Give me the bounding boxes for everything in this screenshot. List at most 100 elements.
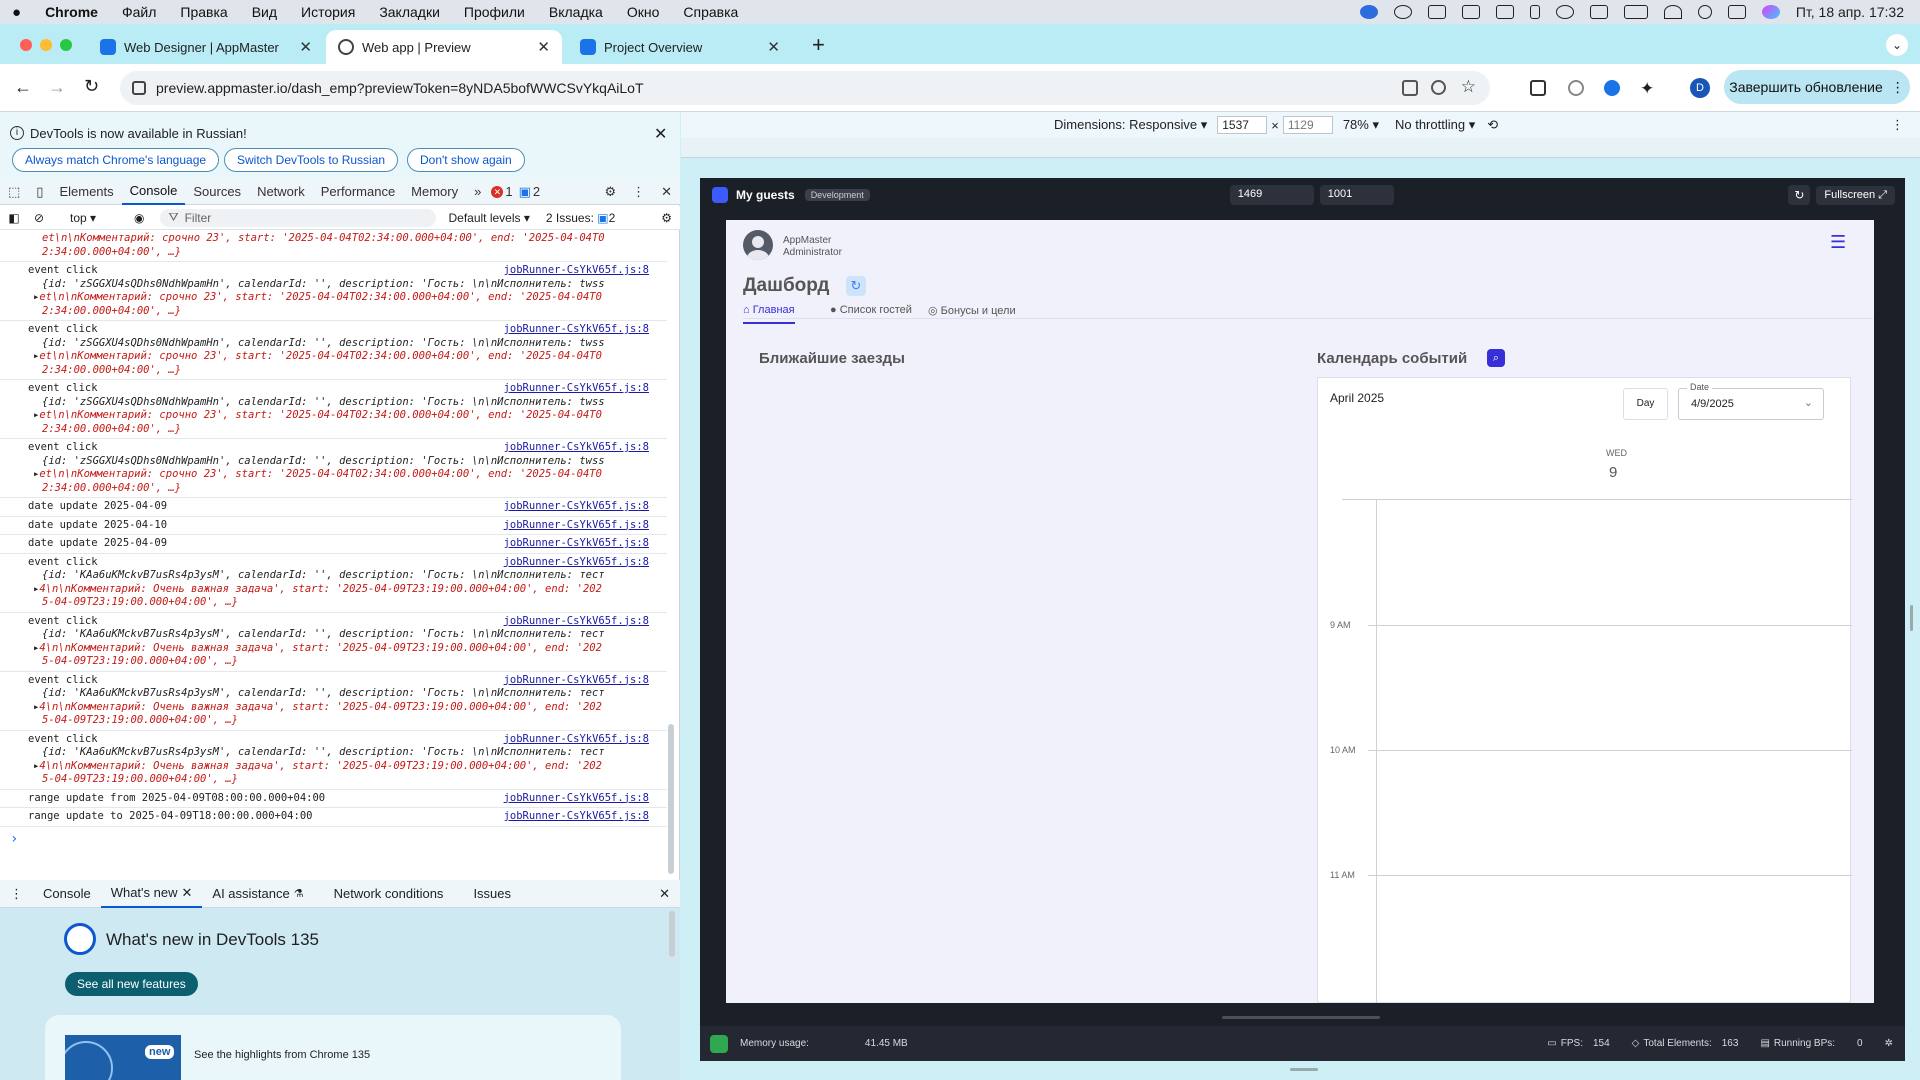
- calendar-search-icon[interactable]: ⌕: [1487, 349, 1505, 367]
- minimize-window-button[interactable]: [40, 39, 52, 51]
- log-source-link[interactable]: jobRunner-CsYkV65f.js:8: [504, 382, 649, 396]
- control-center-icon[interactable]: [1727, 5, 1746, 19]
- console-filter-input[interactable]: ⛛ Filter: [160, 208, 437, 227]
- see-all-features-button[interactable]: See all new features: [65, 972, 198, 996]
- console-log-row[interactable]: date update 2025-04-10 jobRunner-CsYkV65f…: [0, 517, 667, 535]
- dimensions-select[interactable]: Dimensions: Responsive ▾: [1054, 117, 1207, 133]
- log-source-link[interactable]: jobRunner-CsYkV65f.js:8: [504, 792, 649, 806]
- console-scrollbar[interactable]: [668, 724, 674, 874]
- avatar[interactable]: [743, 230, 773, 260]
- console-event-row[interactable]: event click jobRunner-CsYkV65f.js:8 {id: '…: [0, 731, 667, 790]
- profile-avatar[interactable]: D: [1690, 78, 1710, 98]
- bluetooth-icon[interactable]: [1529, 5, 1540, 19]
- device-toolbar-icon[interactable]: ▯: [28, 179, 51, 205]
- sidebar-toggle-icon[interactable]: ◧: [0, 211, 28, 225]
- back-icon[interactable]: ←: [14, 77, 32, 98]
- preview-reload-icon[interactable]: ↻: [1788, 185, 1811, 205]
- console-event-row[interactable]: et\n\nКомментарий: срочно 23', start: '2…: [0, 230, 667, 262]
- extension-icon[interactable]: [1568, 80, 1584, 96]
- siri-icon[interactable]: [1761, 5, 1780, 19]
- tab-home[interactable]: ⌂ Главная: [743, 304, 795, 324]
- zoom-icon[interactable]: [1431, 80, 1446, 95]
- log-source-link[interactable]: jobRunner-CsYkV65f.js:8: [504, 323, 649, 337]
- fullscreen-button[interactable]: Fullscreen ⤢: [1816, 185, 1895, 205]
- zoom-window-button[interactable]: [60, 39, 72, 51]
- tab-performance[interactable]: Performance: [313, 179, 403, 205]
- resize-handle-right[interactable]: [1910, 605, 1913, 631]
- console-event-row[interactable]: event click jobRunner-CsYkV65f.js:8 {id: '…: [0, 321, 667, 380]
- more-vert-icon[interactable]: ⋮: [624, 179, 653, 205]
- log-source-link[interactable]: jobRunner-CsYkV65f.js:8: [504, 733, 649, 747]
- status-icon[interactable]: [1427, 5, 1446, 19]
- battery-icon[interactable]: [1623, 5, 1648, 19]
- forward-icon[interactable]: →: [48, 77, 66, 98]
- extensions-puzzle-icon[interactable]: ✦: [1640, 79, 1654, 99]
- close-tab-icon[interactable]: ✕: [299, 38, 312, 56]
- drawer-tab-issues[interactable]: Issues: [463, 880, 521, 908]
- zoom-status-icon[interactable]: [1359, 5, 1378, 19]
- log-source-link[interactable]: jobRunner-CsYkV65f.js:8: [504, 441, 649, 455]
- live-expression-eye-icon[interactable]: ◉: [134, 211, 144, 225]
- address-bar[interactable]: preview.appmaster.io/dash_emp?previewTok…: [120, 71, 1490, 105]
- browser-tab[interactable]: Project Overview ✕: [568, 30, 792, 64]
- browser-tab[interactable]: Web Designer | AppMaster ✕: [88, 30, 324, 64]
- status-icon[interactable]: [1393, 5, 1412, 19]
- zoom-select[interactable]: 78% ▾: [1343, 117, 1379, 133]
- menu-app[interactable]: Chrome: [33, 4, 110, 20]
- dont-show-again-button[interactable]: Don't show again: [407, 148, 525, 172]
- console-log-row[interactable]: date update 2025-04-09 jobRunner-CsYkV65f…: [0, 498, 667, 517]
- menu-item[interactable]: Закладки: [367, 4, 452, 20]
- more-tabs-icon[interactable]: »: [466, 179, 489, 205]
- extension-icon[interactable]: [1604, 80, 1620, 96]
- tab-search-icon[interactable]: ⌄: [1886, 34, 1908, 56]
- issues-link[interactable]: 2 Issues: ▣2: [546, 211, 615, 225]
- bookmark-star-icon[interactable]: ☆: [1461, 77, 1476, 97]
- menu-item[interactable]: Справка: [671, 4, 750, 20]
- match-language-button[interactable]: Always match Chrome's language: [12, 148, 220, 172]
- close-devtools-icon[interactable]: ✕: [653, 179, 680, 205]
- console-event-row[interactable]: event click jobRunner-CsYkV65f.js:8 {id: '…: [0, 262, 667, 321]
- spotlight-search-icon[interactable]: [1697, 5, 1712, 19]
- menu-item[interactable]: Вид: [240, 4, 289, 20]
- device-width-input[interactable]: 1537: [1217, 116, 1268, 134]
- console-event-row[interactable]: event click jobRunner-CsYkV65f.js:8 {id: '…: [0, 439, 667, 498]
- menu-item[interactable]: История: [289, 4, 367, 20]
- view-day-button[interactable]: Day: [1623, 388, 1668, 420]
- apple-menu-icon[interactable]: ●: [0, 4, 33, 21]
- site-info-icon[interactable]: [132, 81, 146, 95]
- log-source-link[interactable]: jobRunner-CsYkV65f.js:8: [504, 615, 649, 629]
- menu-item[interactable]: Правка: [168, 4, 239, 20]
- console-event-row[interactable]: event click jobRunner-CsYkV65f.js:8 {id: '…: [0, 613, 667, 672]
- tab-sources[interactable]: Sources: [185, 179, 249, 205]
- media-query-ruler[interactable]: [681, 138, 1920, 158]
- drawer-tab-console[interactable]: Console: [33, 880, 101, 908]
- log-levels-select[interactable]: Default levels ▾: [448, 211, 529, 225]
- console-event-row[interactable]: event click jobRunner-CsYkV65f.js:8 {id: '…: [0, 380, 667, 439]
- log-source-link[interactable]: jobRunner-CsYkV65f.js:8: [504, 264, 649, 278]
- console-log-row[interactable]: range update to 2025-04-09T18:00:00.000+…: [0, 808, 667, 827]
- close-tab-icon[interactable]: ✕: [537, 38, 550, 56]
- settings-gear-icon[interactable]: ⚙: [596, 179, 624, 205]
- rotate-icon[interactable]: ⟲: [1487, 117, 1498, 133]
- date-picker[interactable]: Date 4/9/2025 ⌄: [1678, 382, 1824, 420]
- refresh-icon[interactable]: ↻: [846, 276, 866, 296]
- tab-network[interactable]: Network: [249, 179, 313, 205]
- log-source-link[interactable]: jobRunner-CsYkV65f.js:8: [504, 556, 649, 570]
- tab-console[interactable]: Console: [121, 179, 186, 205]
- status-icon[interactable]: [1461, 5, 1480, 19]
- play-icon[interactable]: [1555, 5, 1574, 19]
- drawer-menu-icon[interactable]: ⋮: [0, 880, 33, 908]
- extension-icon[interactable]: [1530, 80, 1546, 96]
- log-source-link[interactable]: jobRunner-CsYkV65f.js:8: [504, 674, 649, 688]
- menu-item[interactable]: Окно: [615, 4, 672, 20]
- preview-scroll-indicator[interactable]: [1222, 1016, 1380, 1019]
- console-prompt[interactable]: ›: [0, 827, 667, 851]
- new-tab-icon[interactable]: +: [812, 32, 825, 58]
- drawer-tab-ai-assistance[interactable]: AI assistance ⚗: [202, 880, 313, 908]
- day-number[interactable]: 9: [1609, 464, 1617, 481]
- drawer-scrollbar[interactable]: [669, 911, 675, 957]
- menu-item[interactable]: Файл: [110, 4, 168, 20]
- clear-console-icon[interactable]: ⊘: [28, 211, 50, 225]
- close-infobar-icon[interactable]: ✕: [654, 124, 667, 144]
- log-source-link[interactable]: jobRunner-CsYkV65f.js:8: [504, 519, 649, 533]
